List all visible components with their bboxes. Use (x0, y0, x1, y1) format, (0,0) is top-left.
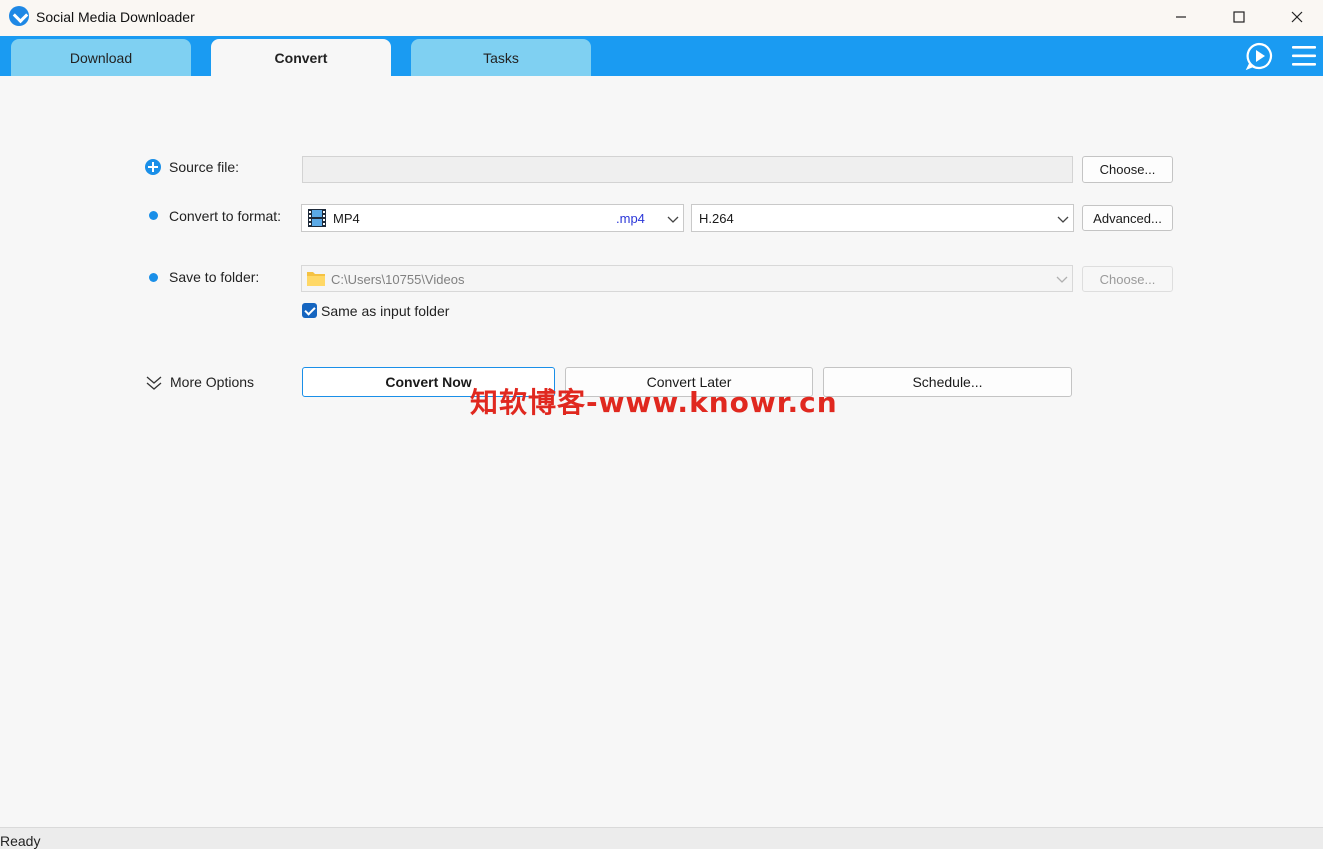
close-button[interactable] (1274, 0, 1320, 34)
choose-source-button[interactable]: Choose... (1082, 156, 1173, 183)
choose-folder-button[interactable]: Choose... (1082, 266, 1173, 292)
bullet-icon (149, 211, 158, 220)
codec-select[interactable]: H.264 (691, 204, 1074, 232)
folder-path: C:\Users\10755\Videos (331, 272, 465, 287)
format-name: MP4 (333, 211, 360, 226)
schedule-button[interactable]: Schedule... (823, 367, 1072, 397)
video-film-icon (308, 209, 326, 227)
add-source-icon[interactable] (145, 159, 161, 175)
chevron-down-icon (1057, 216, 1069, 223)
window-title: Social Media Downloader (36, 9, 195, 25)
maximize-icon (1233, 11, 1245, 23)
format-extension: .mp4 (616, 211, 645, 226)
folder-select[interactable]: C:\Users\10755\Videos (301, 265, 1073, 292)
double-chevron-down-icon[interactable] (145, 374, 163, 392)
app-logo-icon (9, 6, 29, 26)
folder-icon (307, 272, 325, 286)
same-as-input-checkbox[interactable] (302, 303, 317, 318)
more-options-toggle[interactable]: More Options (170, 374, 254, 390)
status-text: Ready (0, 833, 41, 849)
advanced-button[interactable]: Advanced... (1082, 205, 1173, 231)
source-file-input[interactable] (302, 156, 1073, 183)
tab-convert[interactable]: Convert (211, 39, 391, 76)
source-file-label: Source file: (169, 159, 240, 175)
tab-tasks[interactable]: Tasks (411, 39, 591, 76)
chevron-down-icon (1056, 276, 1068, 283)
hamburger-menu-icon[interactable] (1290, 43, 1318, 69)
format-select[interactable]: MP4 .mp4 (301, 204, 684, 232)
close-icon (1291, 11, 1303, 23)
save-folder-label: Save to folder: (169, 269, 260, 285)
tab-download[interactable]: Download (11, 39, 191, 76)
play-chat-icon[interactable] (1244, 41, 1274, 71)
same-as-input-label[interactable]: Same as input folder (321, 303, 449, 319)
bullet-icon (149, 273, 158, 282)
status-bar: Ready (0, 827, 1323, 849)
codec-name: H.264 (699, 211, 734, 226)
minimize-button[interactable] (1158, 0, 1204, 34)
watermark-text: 知软博客-www.knowr.cn (470, 386, 838, 419)
tab-bar: Download Convert Tasks (0, 36, 1323, 76)
chevron-down-icon (667, 216, 679, 223)
minimize-icon (1176, 16, 1186, 18)
convert-format-label: Convert to format: (169, 208, 282, 224)
maximize-button[interactable] (1216, 0, 1262, 34)
title-bar: Social Media Downloader (0, 0, 1323, 36)
